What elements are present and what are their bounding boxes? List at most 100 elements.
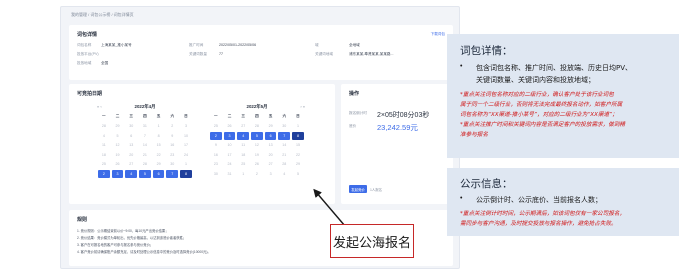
calendar-day[interactable]: 15 <box>291 141 305 151</box>
calendar-day[interactable]: 14 <box>138 141 152 151</box>
calendar-day[interactable]: 8 <box>180 170 192 178</box>
calendar-day[interactable]: 1 <box>152 122 166 132</box>
prev-month-icon[interactable]: « ‹ <box>97 104 102 109</box>
detail-value: 全地域 <box>349 43 360 47</box>
calendar-day[interactable]: 8 <box>292 132 304 140</box>
calendar-day[interactable]: 30 <box>277 122 291 132</box>
calendar-day[interactable]: 8 <box>152 131 166 141</box>
calendar-day[interactable]: 7 <box>278 132 291 140</box>
start-bid-button[interactable]: 发起竞价 <box>349 185 367 193</box>
calendar-day[interactable]: 4 <box>237 132 250 140</box>
detail-title: 词包详情 <box>77 32 98 38</box>
calendar-day[interactable]: 5 <box>139 170 151 178</box>
calendar-day[interactable]: 18 <box>97 150 111 160</box>
calendar-day[interactable]: 30 <box>165 160 179 170</box>
weekday-label: 四 <box>143 114 147 119</box>
calendar-day[interactable]: 23 <box>209 160 223 170</box>
calendar-day[interactable]: 9 <box>209 141 223 151</box>
calendar-day[interactable]: 1 <box>179 160 193 170</box>
calendar-day[interactable]: 4 <box>125 170 138 178</box>
calendar-day[interactable]: 7 <box>138 131 152 141</box>
calendar-day[interactable]: 28 <box>138 160 152 170</box>
calendar-day[interactable]: 4 <box>97 131 111 141</box>
next-month-icon[interactable]: › » <box>300 104 305 109</box>
calendar-day[interactable]: 25 <box>97 160 111 170</box>
calendar-day[interactable]: 27 <box>236 122 250 132</box>
calendar-day[interactable]: 28 <box>277 160 291 170</box>
breadcrumb[interactable]: 我的管理 / 词包公示榜 / 词包详情页 <box>71 12 134 18</box>
calendar-day[interactable]: 31 <box>138 122 152 132</box>
calendar-day[interactable]: 24 <box>223 160 237 170</box>
calendar-day[interactable]: 17 <box>223 150 237 160</box>
calendar-day[interactable]: 29 <box>111 122 125 132</box>
calendar-day[interactable]: 29 <box>152 160 166 170</box>
calendar-day[interactable]: 10 <box>223 141 237 151</box>
calendar-day[interactable]: 7 <box>166 170 179 178</box>
calendar-day[interactable]: 17 <box>179 141 193 151</box>
calendar-day[interactable]: 28 <box>97 122 111 132</box>
calendar-day[interactable]: 14 <box>277 141 291 151</box>
calendar-day[interactable]: 2 <box>165 122 179 132</box>
panel-note: 词包名称为“XX渠道-推小某号”，对应的二级行业为“XX渠道”； <box>460 112 618 118</box>
weekday-label: 四 <box>255 114 259 119</box>
calendar-day[interactable]: 19 <box>111 150 125 160</box>
calendar-day[interactable]: 29 <box>291 160 305 170</box>
calendar-day[interactable]: 9 <box>165 131 179 141</box>
calendar-day[interactable]: 20 <box>124 150 138 160</box>
calendar-day[interactable]: 15 <box>152 141 166 151</box>
calendar-day[interactable]: 26 <box>223 122 237 132</box>
calendar-day[interactable]: 3 <box>179 122 193 132</box>
calendar-day[interactable]: 5 <box>111 131 125 141</box>
calendar-day[interactable]: 2 <box>98 170 110 178</box>
calendar-day[interactable]: 3 <box>264 169 278 179</box>
calendar-day[interactable]: 27 <box>124 160 138 170</box>
calendar-day[interactable]: 4 <box>277 169 291 179</box>
calendar-day[interactable]: 1 <box>291 122 305 132</box>
calendar-day[interactable]: 11 <box>97 141 111 151</box>
calendar-day[interactable]: 26 <box>250 160 264 170</box>
calendar-day[interactable]: 25 <box>209 122 223 132</box>
countdown-label: 报名倒计时 <box>349 111 367 115</box>
calendar-day[interactable]: 10 <box>179 131 193 141</box>
calendar-day[interactable]: 30 <box>124 122 138 132</box>
calendar-day[interactable]: 12 <box>250 141 264 151</box>
weekday-label: 日 <box>184 114 188 119</box>
calendar-day[interactable]: 30 <box>209 169 223 179</box>
calendar-day[interactable]: 6 <box>264 132 277 140</box>
calendar-day[interactable]: 13 <box>124 141 138 151</box>
calendar-day[interactable]: 13 <box>264 141 278 151</box>
calendar-day[interactable]: 21 <box>138 150 152 160</box>
calendar-day[interactable]: 28 <box>250 122 264 132</box>
calendar-day[interactable]: 18 <box>236 150 250 160</box>
calendar-day[interactable]: 24 <box>179 150 193 160</box>
calendar-day[interactable]: 19 <box>250 150 264 160</box>
rules-title: 规则 <box>77 217 88 223</box>
calendar-day[interactable]: 11 <box>236 141 250 151</box>
calendar-day[interactable]: 23 <box>165 150 179 160</box>
calendar-day[interactable]: 31 <box>223 169 237 179</box>
calendar-day[interactable]: 2 <box>210 132 222 140</box>
calendar-day[interactable]: 26 <box>111 160 125 170</box>
calendar-day[interactable]: 3 <box>223 132 236 140</box>
calendar-day[interactable]: 29 <box>264 122 278 132</box>
calendar-day[interactable]: 2 <box>250 169 264 179</box>
calendar-day[interactable]: 20 <box>264 150 278 160</box>
calendar-day[interactable]: 6 <box>124 131 138 141</box>
calendar-day[interactable]: 5 <box>291 169 305 179</box>
calendar-day[interactable]: 25 <box>236 160 250 170</box>
detail-label: 推广时间 <box>189 43 204 47</box>
calendar-day[interactable]: 16 <box>165 141 179 151</box>
weekday-label: 三 <box>129 114 134 119</box>
calendar-day[interactable]: 22 <box>291 150 305 160</box>
calendar-day[interactable]: 3 <box>111 170 124 178</box>
detail-value: 全国 <box>101 61 109 65</box>
calendar-day[interactable]: 12 <box>111 141 125 151</box>
download-link[interactable]: 下载词包 <box>431 32 445 37</box>
calendar-day[interactable]: 21 <box>277 150 291 160</box>
calendar-day[interactable]: 6 <box>152 170 165 178</box>
calendar-day[interactable]: 5 <box>251 132 263 140</box>
calendar-day[interactable]: 1 <box>236 169 250 179</box>
calendar-day[interactable]: 16 <box>209 150 223 160</box>
calendar-day[interactable]: 27 <box>264 160 278 170</box>
calendar-day[interactable]: 22 <box>152 150 166 160</box>
